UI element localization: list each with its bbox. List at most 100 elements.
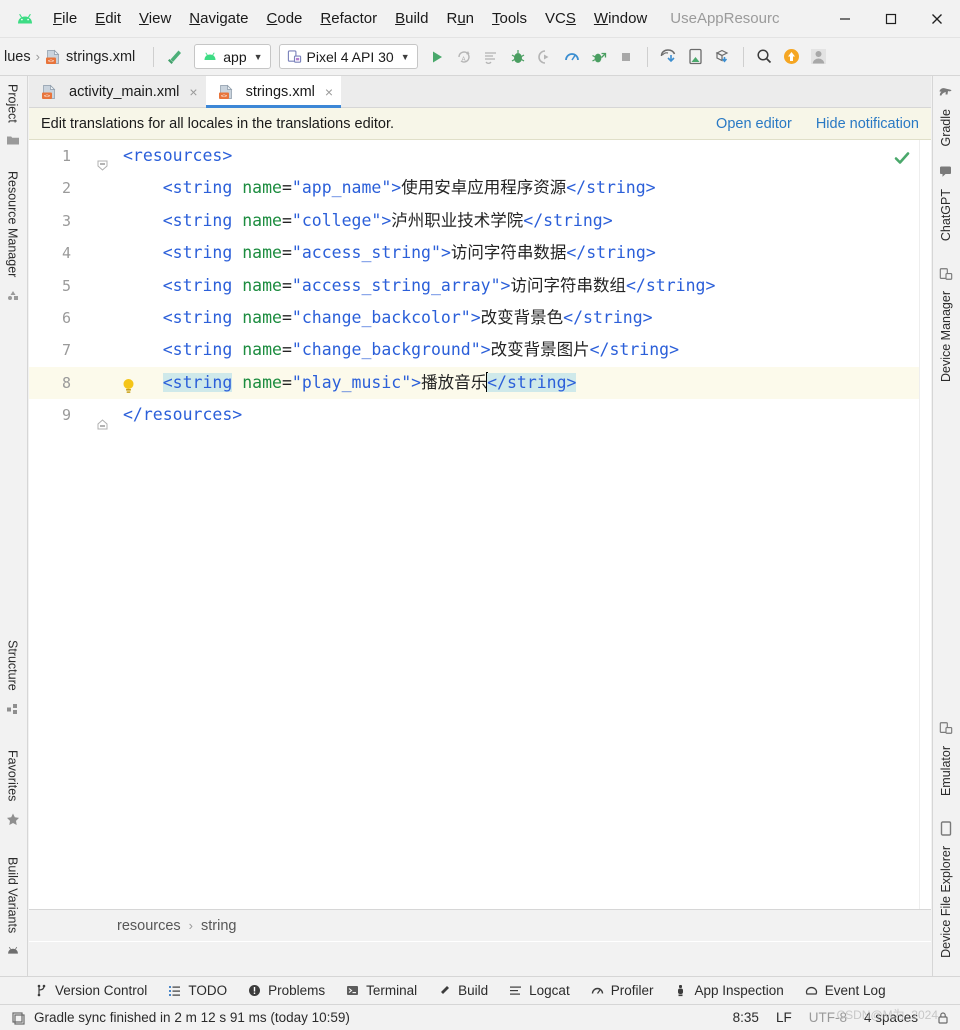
token-attr: name [242,372,282,392]
line-number: 2 [61,179,71,198]
run-with-coverage-icon[interactable] [586,43,613,70]
editor-vertical-scrollbar[interactable] [919,140,931,909]
code-line[interactable]: 8 <string name="play_music">播放音乐</string… [29,366,931,400]
code-line[interactable]: 1 <resources> [29,140,931,172]
sidebar-item-structure[interactable]: Structure [5,640,20,716]
menu-build[interactable]: Build [386,7,437,30]
code-line[interactable]: 7 <string name="change_background">改变背景图… [29,334,931,366]
code-line[interactable]: 9 </resources> [29,399,931,431]
tab-activity-main-xml[interactable]: <> activity_main.xml × [29,76,206,107]
breadcrumb-resources[interactable]: resources [117,918,181,934]
caret-position[interactable]: 8:35 [733,1010,759,1025]
code-line[interactable]: 2 <string name="app_name">使用安卓应用程序资源</st… [29,172,931,204]
debug-icon[interactable] [505,43,532,70]
token-tag: > [391,178,402,198]
sidebar-item-chatgpt[interactable]: ChatGPT [938,164,953,241]
attach-debugger-icon[interactable] [532,43,559,70]
menu-tools[interactable]: Tools [483,7,536,30]
terminal-icon [345,983,360,998]
sidebar-item-device-manager[interactable]: Device Manager [938,266,953,382]
sdk-manager-icon[interactable] [655,43,682,70]
no-errors-check-icon[interactable] [893,149,911,172]
code-fold-icon[interactable] [97,409,108,430]
code-line[interactable]: 3 <string name="college">泸州职业技术学院</strin… [29,205,931,237]
breadcrumb-file[interactable]: strings.xml [66,49,135,65]
code-line[interactable]: 5 <string name="access_string_array">访问字… [29,270,931,302]
menu-code[interactable]: Code [258,7,312,30]
sidebar-item-favorites[interactable]: Favorites [5,750,20,826]
tool-window-build[interactable]: Build [437,983,488,998]
android-logo [12,12,38,26]
menu-file[interactable]: File [44,7,86,30]
tool-window-logcat[interactable]: Logcat [508,983,570,998]
tool-window-profiler[interactable]: Profiler [590,983,653,998]
menu-window[interactable]: Window [585,7,656,30]
token-plain: = [281,307,292,327]
code-line[interactable]: 4 <string name="access_string">访问字符串数据</… [29,237,931,269]
editor-area: <> activity_main.xml × <> strings.xml × [29,76,931,942]
run-icon[interactable] [424,43,451,70]
line-separator[interactable]: LF [776,1010,792,1025]
token-tag: </string> [563,307,653,327]
tool-window-todo[interactable]: TODO [167,983,227,998]
sidebar-item-gradle[interactable]: Gradle [938,84,953,147]
code-text: <string name="app_name">使用安卓应用程序资源</stri… [123,178,656,197]
close-icon[interactable]: × [325,84,333,100]
code-content[interactable]: 1 <resources> 2 <string name="app_name">使用… [29,140,931,909]
apply-changes-icon[interactable]: A [451,43,478,70]
code-fold-icon[interactable] [97,150,108,171]
tab-strings-xml[interactable]: <> strings.xml × [205,76,342,108]
menu-vcs[interactable]: VCS [536,7,585,30]
breadcrumb-string[interactable]: string [201,918,236,934]
tool-window-label: Build [458,983,489,998]
hammer-icon[interactable] [161,43,188,70]
code-line[interactable]: 6 <string name="change_backcolor">改变背景色<… [29,302,931,334]
minimize-icon[interactable] [822,0,868,38]
menu-run[interactable]: Run [437,7,483,30]
breadcrumb-folder[interactable]: lues [4,49,31,65]
token-attr: name [242,307,282,327]
module-selector[interactable]: app ▼ [194,44,271,69]
sidebar-item-device-file-explorer[interactable]: Device File Explorer [938,821,953,958]
device-selector[interactable]: Pixel 4 API 30 ▼ [278,44,418,69]
open-editor-link[interactable]: Open editor [716,116,792,132]
line-number: 7 [61,341,71,360]
update-icon[interactable] [778,43,805,70]
hide-notification-link[interactable]: Hide notification [816,116,919,132]
status-message-group[interactable]: Gradle sync finished in 2 m 12 s 91 ms (… [10,1010,350,1025]
code-editor[interactable]: 1 <resources> 2 <string name="app_name">使用… [29,140,931,909]
menu-edit[interactable]: Edit [86,7,130,30]
menu-refactor[interactable]: Refactor [311,7,386,30]
sidebar-item-emulator[interactable]: Emulator [938,721,953,796]
search-everywhere-icon[interactable] [751,43,778,70]
tool-window-version-control[interactable]: Version Control [34,983,147,998]
sidebar-item-resource-manager[interactable]: Resource Manager [5,171,20,302]
token-plain: = [281,275,292,295]
menu-navigate[interactable]: Navigate [180,7,257,30]
sidebar-item-project[interactable]: Project [5,84,20,148]
sidebar-item-label: Structure [5,640,20,691]
code-text: <string name="access_string_array">访问字符串… [123,275,716,295]
problems-icon [247,983,262,998]
tool-window-event-log[interactable]: Event Log [804,983,886,998]
device-manager-icon[interactable] [682,43,709,70]
tool-window-app-inspection[interactable]: App Inspection [673,983,784,998]
close-icon[interactable]: × [189,84,197,100]
read-only-icon[interactable] [935,1010,950,1025]
tool-window-terminal[interactable]: Terminal [345,983,417,998]
sidebar-item-build-variants[interactable]: Build Variants [5,857,20,958]
apply-code-changes-icon[interactable] [478,43,505,70]
sidebar-item-label: Emulator [938,745,953,796]
line-number: 9 [61,406,71,425]
maximize-icon[interactable] [868,0,914,38]
logcat-icon [508,983,523,998]
avd-download-icon[interactable] [709,43,736,70]
file-encoding[interactable]: UTF-8 [809,1010,847,1025]
menu-view[interactable]: View [130,7,180,30]
close-icon[interactable] [914,0,960,38]
indent-setting[interactable]: 4 spaces [864,1010,918,1025]
stop-icon[interactable] [613,43,640,70]
profiler-icon[interactable] [559,43,586,70]
account-icon[interactable] [805,43,832,70]
tool-window-problems[interactable]: Problems [247,983,325,998]
